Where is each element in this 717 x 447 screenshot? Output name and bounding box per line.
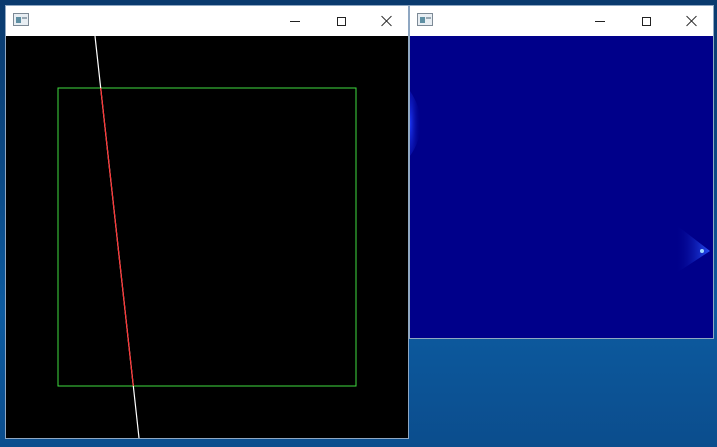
close-icon [686, 15, 698, 27]
left-edge-glow [410, 91, 421, 156]
right-window [409, 5, 714, 339]
maximize-button[interactable] [623, 6, 669, 36]
minimize-icon [290, 20, 300, 22]
right-canvas-svg [410, 91, 710, 274]
close-button[interactable] [364, 6, 410, 36]
left-canvas-svg [57, 35, 357, 439]
minimize-button[interactable] [272, 6, 318, 36]
bounding-rectangle [57, 87, 357, 387]
close-icon [381, 15, 393, 27]
left-window [5, 5, 409, 439]
left-window-titlebar[interactable] [6, 6, 408, 36]
app-icon [13, 13, 29, 26]
minimize-icon [595, 20, 605, 22]
app-icon [417, 13, 433, 26]
bright-point [700, 249, 704, 253]
desktop-wallpaper [420, 345, 717, 447]
maximize-button[interactable] [318, 6, 364, 36]
clipped-segment [100, 87, 134, 387]
left-canvas[interactable] [6, 35, 408, 439]
maximize-icon [336, 16, 346, 26]
minimize-button[interactable] [577, 6, 623, 36]
right-cone-glow [675, 224, 710, 274]
right-window-titlebar[interactable] [410, 6, 713, 36]
maximize-icon [641, 16, 651, 26]
close-button[interactable] [669, 6, 715, 36]
right-canvas[interactable] [410, 36, 713, 338]
